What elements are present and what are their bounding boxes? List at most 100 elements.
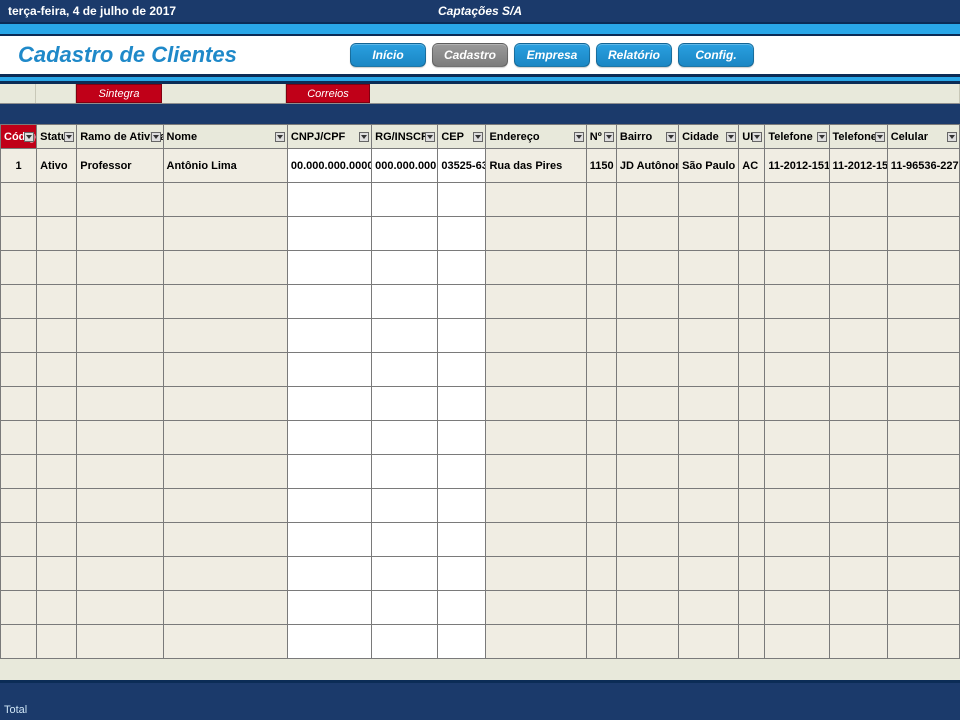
nav-inicio[interactable]: Início (350, 43, 426, 67)
cell-rg[interactable]: 000.000.000.000 (372, 149, 438, 183)
nav-config[interactable]: Config. (678, 43, 754, 67)
cell-ramo[interactable]: Professor (77, 149, 163, 183)
cell-endereco[interactable]: Rua das Pires (486, 149, 586, 183)
grid-header-row: CódigoStatusRamo de AtividadeNomeCNPJ/CP… (1, 125, 960, 149)
filter-icon[interactable] (752, 132, 762, 142)
cell-cnpj[interactable]: 00.000.000.0000-00 (287, 149, 371, 183)
col-header-uf[interactable]: UF (739, 125, 765, 149)
col-header-telefone2[interactable]: Telefone2 (829, 125, 887, 149)
filter-icon[interactable] (151, 132, 161, 142)
nav-relatorio[interactable]: Relatório (596, 43, 672, 67)
cell-rg (372, 489, 438, 523)
filter-icon[interactable] (574, 132, 584, 142)
col-header-celular[interactable]: Celular (887, 125, 959, 149)
cell-bairro (616, 217, 678, 251)
cell-endereco (486, 251, 586, 285)
col-header-codigo[interactable]: Código (1, 125, 37, 149)
col-header-rg[interactable]: RG/INSCR (372, 125, 438, 149)
filter-icon[interactable] (817, 132, 827, 142)
cell-celular (887, 319, 959, 353)
cell-cidade (679, 523, 739, 557)
cell-cep (438, 625, 486, 659)
col-header-telefone[interactable]: Telefone (765, 125, 829, 149)
filter-icon[interactable] (359, 132, 369, 142)
filter-icon[interactable] (666, 132, 676, 142)
cell-numero[interactable]: 1150 (586, 149, 616, 183)
col-header-nome[interactable]: Nome (163, 125, 287, 149)
cell-cnpj (287, 251, 371, 285)
cell-cidade (679, 557, 739, 591)
cell-telefone (765, 489, 829, 523)
cell-uf[interactable]: AC (739, 149, 765, 183)
cell-codigo[interactable]: 1 (1, 149, 37, 183)
cell-status (37, 489, 77, 523)
filter-icon[interactable] (726, 132, 736, 142)
cell-telefone (765, 183, 829, 217)
cell-ramo (77, 625, 163, 659)
cell-bairro (616, 251, 678, 285)
cell-cep[interactable]: 03525-630 (438, 149, 486, 183)
col-header-status[interactable]: Status (37, 125, 77, 149)
cell-nome (163, 353, 287, 387)
cell-status (37, 523, 77, 557)
cell-bairro (616, 319, 678, 353)
cell-endereco (486, 319, 586, 353)
filter-icon[interactable] (604, 132, 614, 142)
cell-celular[interactable]: 11-96536-2276 (887, 149, 959, 183)
filter-icon[interactable] (875, 132, 885, 142)
cell-telefone[interactable]: 11-2012-1515 (765, 149, 829, 183)
cell-ramo (77, 217, 163, 251)
cell-telefone (765, 217, 829, 251)
cell-uf (739, 421, 765, 455)
accent-band-double (0, 74, 960, 84)
col-header-numero[interactable]: Nº (586, 125, 616, 149)
filter-icon[interactable] (275, 132, 285, 142)
cell-rg (372, 557, 438, 591)
cell-telefone2 (829, 557, 887, 591)
col-header-cidade[interactable]: Cidade (679, 125, 739, 149)
cell-numero (586, 387, 616, 421)
correios-button[interactable]: Correios (286, 84, 370, 103)
cell-numero (586, 285, 616, 319)
context-row: Sintegra Correios (0, 84, 960, 104)
cell-cep (438, 523, 486, 557)
col-header-cnpj[interactable]: CNPJ/CPF (287, 125, 371, 149)
cell-bairro[interactable]: JD Autônomo (616, 149, 678, 183)
nav-empresa[interactable]: Empresa (514, 43, 590, 67)
col-header-bairro[interactable]: Bairro (616, 125, 678, 149)
nav-cadastro[interactable]: Cadastro (432, 43, 508, 67)
cell-nome[interactable]: Antônio Lima (163, 149, 287, 183)
cell-status (37, 353, 77, 387)
cell-celular (887, 557, 959, 591)
cell-nome (163, 489, 287, 523)
col-header-cep[interactable]: CEP (438, 125, 486, 149)
cell-nome (163, 217, 287, 251)
table-row (1, 251, 960, 285)
table-row (1, 625, 960, 659)
cell-ramo (77, 183, 163, 217)
cell-cep (438, 285, 486, 319)
cell-numero (586, 557, 616, 591)
cell-status[interactable]: Ativo (37, 149, 77, 183)
cell-telefone2 (829, 183, 887, 217)
col-header-ramo[interactable]: Ramo de Atividade (77, 125, 163, 149)
cell-bairro (616, 489, 678, 523)
cell-ramo (77, 387, 163, 421)
filter-icon[interactable] (24, 132, 34, 142)
col-header-endereco[interactable]: Endereço (486, 125, 586, 149)
filter-icon[interactable] (947, 132, 957, 142)
cell-cidade[interactable]: São Paulo (679, 149, 739, 183)
cell-telefone2[interactable]: 11-2012-1516 (829, 149, 887, 183)
cell-nome (163, 625, 287, 659)
sintegra-button[interactable]: Sintegra (76, 84, 162, 103)
cell-cnpj (287, 455, 371, 489)
filter-icon[interactable] (473, 132, 483, 142)
cell-telefone2 (829, 625, 887, 659)
filter-icon[interactable] (64, 132, 74, 142)
cell-codigo (1, 387, 37, 421)
cell-cep (438, 217, 486, 251)
cell-rg (372, 455, 438, 489)
table-row[interactable]: 1AtivoProfessorAntônio Lima00.000.000.00… (1, 149, 960, 183)
cell-celular (887, 421, 959, 455)
filter-icon[interactable] (425, 132, 435, 142)
